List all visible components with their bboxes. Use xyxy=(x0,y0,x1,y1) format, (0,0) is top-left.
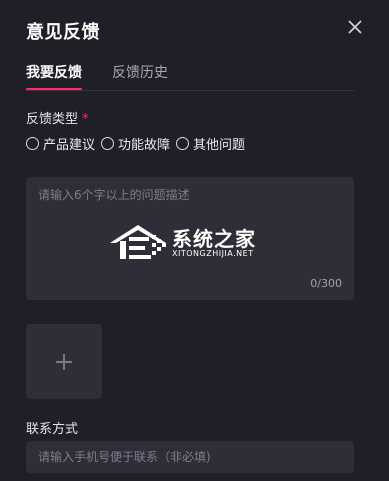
option-function-fault[interactable]: 功能故障 xyxy=(101,134,170,153)
radio-button[interactable] xyxy=(101,137,115,150)
feedback-dialog: 意见反馈 我要反馈 反馈历史 反馈类型 * 产品建议 功能故障 其他问题 请输入… xyxy=(0,0,389,481)
close-icon xyxy=(348,20,362,34)
required-mark: * xyxy=(82,112,89,127)
option-label: 功能故障 xyxy=(118,138,171,153)
option-label: 其他问题 xyxy=(193,138,246,153)
plus-icon xyxy=(56,353,72,370)
radio-button[interactable] xyxy=(176,137,190,150)
description-field: 系统之家 XITONGZHIJIA.NET 0/300 xyxy=(26,177,354,300)
character-counter: 0/300 xyxy=(310,277,342,290)
feedback-type-label: 反馈类型 * xyxy=(26,108,89,127)
tab-bar: 我要反馈 反馈历史 xyxy=(26,62,354,91)
tab-submit-feedback[interactable]: 我要反馈 xyxy=(26,62,82,90)
option-other-issue[interactable]: 其他问题 xyxy=(176,134,245,153)
dialog-title: 意见反馈 xyxy=(26,22,100,43)
option-label: 产品建议 xyxy=(43,138,96,153)
description-input[interactable] xyxy=(38,186,342,274)
option-product-suggestion[interactable]: 产品建议 xyxy=(26,134,95,153)
tab-feedback-history[interactable]: 反馈历史 xyxy=(112,62,168,84)
feedback-type-options: 产品建议 功能故障 其他问题 xyxy=(26,134,245,153)
feedback-type-label-text: 反馈类型 xyxy=(26,112,79,127)
close-button[interactable] xyxy=(345,17,365,37)
upload-image-button[interactable] xyxy=(26,324,102,399)
contact-input[interactable] xyxy=(26,441,354,473)
contact-label: 联系方式 xyxy=(26,422,79,437)
radio-button[interactable] xyxy=(26,137,39,150)
